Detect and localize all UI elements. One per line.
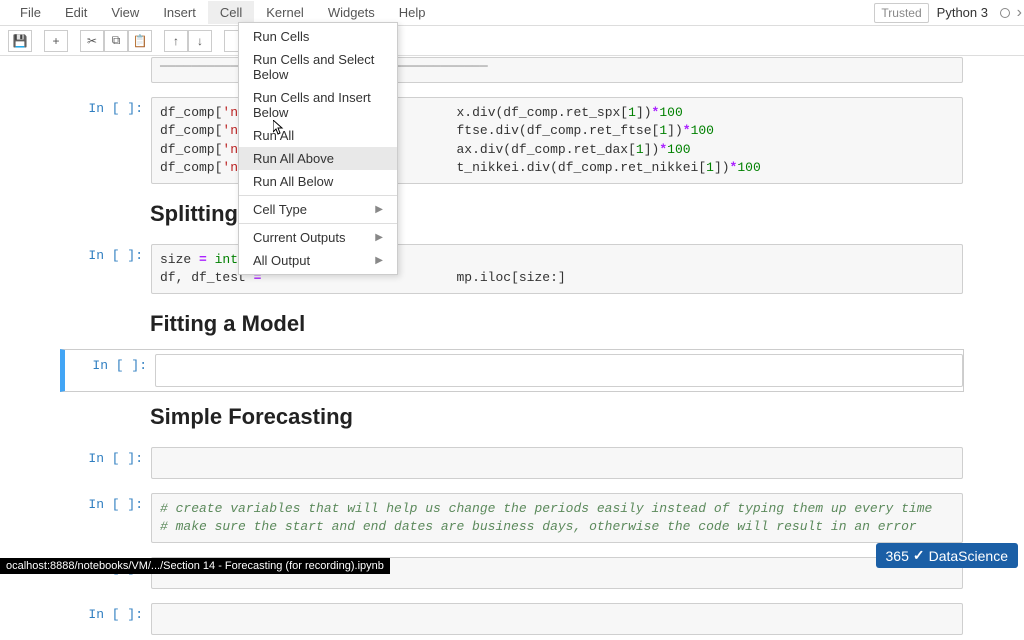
menu-help[interactable]: Help <box>387 1 438 24</box>
code-cell[interactable]: In [ ]: ────────────────────────────────… <box>60 52 964 88</box>
code-cell[interactable]: In [ ]: size = int(le df, df_test = xxxx… <box>60 239 964 299</box>
menu-widgets[interactable]: Widgets <box>316 1 387 24</box>
code-cell[interactable]: In [ ]: df_comp['normxxxxxxxxxxxxxxxxxxx… <box>60 92 964 189</box>
add-cell-button[interactable]: + <box>44 30 68 52</box>
run-all-item[interactable]: Run All <box>239 124 397 147</box>
copy-button[interactable]: ⧉ <box>104 30 128 52</box>
kernel-status-icon <box>1000 8 1010 18</box>
move-down-button[interactable]: ↓ <box>188 30 212 52</box>
run-cells-select-below-item[interactable]: Run Cells and Select Below <box>239 48 397 86</box>
menu-file[interactable]: File <box>8 1 53 24</box>
chevron-right-icon: ▶ <box>375 232 383 243</box>
code-cell[interactable]: In [ ]: # create variables that will hel… <box>60 488 964 548</box>
move-up-button[interactable]: ↑ <box>164 30 188 52</box>
current-outputs-item[interactable]: Current Outputs▶ <box>239 226 397 249</box>
markdown-cell[interactable]: Simple Forecasting <box>60 396 964 438</box>
markdown-cell[interactable]: Splitting t <box>60 193 964 235</box>
run-cells-insert-below-item[interactable]: Run Cells and Insert Below <box>239 86 397 124</box>
cell-menu-dropdown: Run Cells Run Cells and Select Below Run… <box>238 22 398 275</box>
paste-button[interactable]: 📋 <box>128 30 152 52</box>
cell-prompt: In [ ]: <box>65 354 155 386</box>
markdown-cell[interactable]: Fitting a Model <box>60 303 964 345</box>
menu-edit[interactable]: Edit <box>53 1 99 24</box>
menu-cell[interactable]: Cell <box>208 1 254 24</box>
run-cells-item[interactable]: Run Cells <box>239 25 397 48</box>
menubar-right: Trusted Python 3 <box>874 3 1016 23</box>
menu-insert[interactable]: Insert <box>151 1 208 24</box>
heading-fitting: Fitting a Model <box>150 311 964 337</box>
chevron-right-icon[interactable]: › <box>1017 4 1022 22</box>
datascience-logo: 365✓DataScience <box>876 543 1018 568</box>
cell-prompt: In [ ]: <box>61 447 151 479</box>
cell-type-item[interactable]: Cell Type▶ <box>239 198 397 221</box>
chevron-right-icon: ▶ <box>375 204 383 215</box>
run-all-above-item[interactable]: Run All Above <box>239 147 397 170</box>
code-input[interactable]: # create variables that will help us cha… <box>151 493 963 543</box>
cut-button[interactable]: ✂ <box>80 30 104 52</box>
menubar-left: File Edit View Insert Cell Kernel Widget… <box>8 1 438 24</box>
status-bar: ocalhost:8888/notebooks/VM/.../Section 1… <box>0 558 390 574</box>
code-input[interactable] <box>151 603 963 635</box>
code-input[interactable] <box>155 354 963 386</box>
chevron-right-icon: ▶ <box>375 255 383 266</box>
code-input[interactable] <box>151 447 963 479</box>
menu-kernel[interactable]: Kernel <box>254 1 316 24</box>
heading-forecasting: Simple Forecasting <box>150 404 964 430</box>
code-cell[interactable]: In [ ]: <box>60 442 964 484</box>
menubar: File Edit View Insert Cell Kernel Widget… <box>0 0 1024 26</box>
menu-separator <box>239 195 397 196</box>
code-cell[interactable]: In [ ]: <box>60 598 964 640</box>
cell-prompt: In [ ]: <box>61 244 151 294</box>
cell-prompt: In [ ]: <box>61 603 151 635</box>
kernel-name[interactable]: Python 3 <box>937 5 988 20</box>
trusted-badge[interactable]: Trusted <box>874 3 928 23</box>
cell-prompt: In [ ]: <box>61 493 151 543</box>
run-all-below-item[interactable]: Run All Below <box>239 170 397 193</box>
menu-separator <box>239 223 397 224</box>
cell-prompt: In [ ]: <box>61 97 151 184</box>
code-cell-selected[interactable]: In [ ]: <box>60 349 964 391</box>
notebook-container: In [ ]: ────────────────────────────────… <box>0 52 1024 640</box>
all-output-item[interactable]: All Output▶ <box>239 249 397 272</box>
menu-view[interactable]: View <box>99 1 151 24</box>
save-button[interactable]: 💾 <box>8 30 32 52</box>
